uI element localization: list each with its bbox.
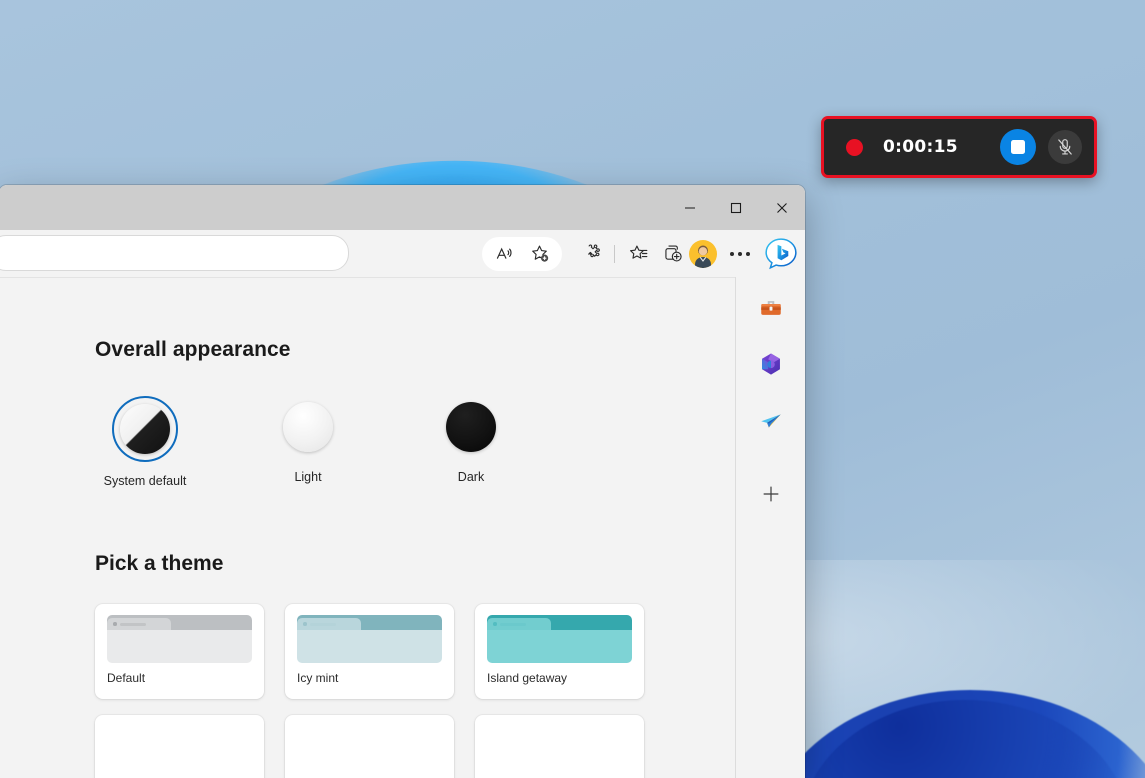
window-title-bar[interactable] [0,185,805,230]
theme-preview-tab-title [119,622,146,626]
maximize-button[interactable] [713,185,759,230]
theme-preview-tabstrip [297,615,442,630]
appearance-option-label: Light [294,470,322,484]
appearance-option-dark[interactable]: Dark [421,396,521,488]
theme-grid: Default Icy mint Island getaway [95,604,655,778]
theme-card-label: Default [107,671,146,685]
appearance-heading: Overall appearance [95,338,291,361]
theme-preview [107,615,252,663]
address-bar[interactable] [0,235,349,271]
edge-browser-window[interactable]: Overall appearance System default Light [0,185,805,778]
theme-preview-tab [107,618,171,630]
favorites-icon[interactable] [621,237,655,271]
profile-avatar[interactable] [689,239,717,268]
address-bar-actions [482,236,562,271]
minimize-button[interactable] [667,185,713,230]
close-button[interactable] [759,185,805,230]
sidebar-item-microsoft-365[interactable] [753,346,789,382]
theme-card[interactable] [285,715,454,778]
browser-toolbar[interactable] [0,230,805,277]
stop-recording-button[interactable] [1000,129,1036,165]
read-aloud-icon[interactable] [488,237,522,271]
settings-and-more-button[interactable] [723,237,757,271]
recording-timer: 0:00:15 [883,137,958,157]
theme-preview-favicon [493,622,497,626]
settings-page: Overall appearance System default Light [0,277,735,778]
system-default-swatch-icon [120,404,170,454]
toolbar-divider [614,244,615,263]
theme-preview [487,615,632,663]
theme-preview-favicon [113,622,117,626]
ellipsis-icon [730,251,750,256]
dark-swatch-ring [440,396,502,458]
extensions-icon[interactable] [574,237,608,271]
stop-square-icon [1011,140,1025,154]
record-indicator-icon [846,138,863,156]
appearance-option-label: Dark [457,470,485,484]
sidebar-item-outlook[interactable] [753,402,789,438]
theme-preview-favicon [303,622,307,626]
theme-preview [297,615,442,663]
system-default-swatch-ring [112,396,178,462]
appearance-option-light[interactable]: Light [258,396,358,488]
microphone-mute-toggle[interactable] [1048,130,1082,164]
appearance-options: System default Light Dark [95,396,735,488]
theme-preview-tab-title [309,622,336,626]
copilot-bing-icon[interactable] [761,234,801,274]
add-favorite-icon[interactable] [522,237,556,271]
theme-preview-tabstrip [487,615,632,630]
dark-swatch-icon [446,402,496,452]
theme-card[interactable]: Default [95,604,264,699]
edge-sidebar[interactable] [735,277,805,778]
theme-card-label: Island getaway [487,671,568,685]
sidebar-item-shopping[interactable] [753,290,789,326]
theme-preview-tab [297,618,361,630]
theme-preview-body [297,630,442,663]
theme-preview-body [487,630,632,663]
theme-card[interactable]: Island getaway [475,604,644,699]
light-swatch-icon [283,402,333,452]
theme-card[interactable] [95,715,264,778]
themes-heading: Pick a theme [95,552,224,575]
theme-preview [487,726,632,774]
theme-preview-body [107,630,252,663]
theme-card[interactable] [475,715,644,778]
theme-preview [297,726,442,774]
sidebar-item-customize[interactable] [753,476,789,512]
theme-preview-tabstrip [107,615,252,630]
collections-icon[interactable] [655,237,689,271]
theme-preview-tab-title [499,622,526,626]
theme-preview [107,726,252,774]
appearance-option-label: System default [103,474,187,488]
theme-card-label: Icy mint [297,671,339,685]
theme-card[interactable]: Icy mint [285,604,454,699]
screen-recording-widget[interactable]: 0:00:15 [821,116,1097,178]
light-swatch-ring [277,396,339,458]
appearance-option-system-default[interactable]: System default [95,396,195,488]
theme-preview-tab [487,618,551,630]
